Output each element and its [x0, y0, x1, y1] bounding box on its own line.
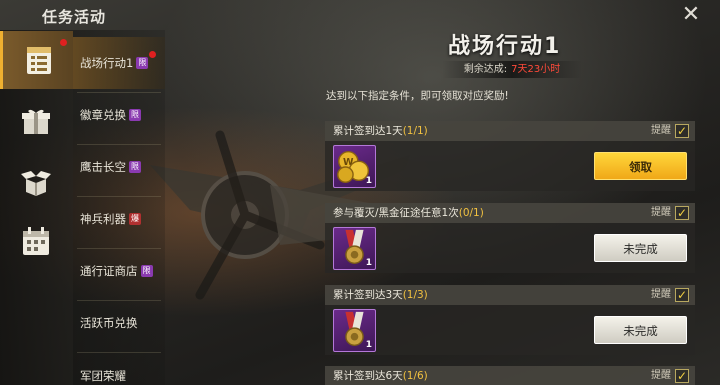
gift-box-icon	[22, 109, 50, 134]
category-calendar[interactable]	[0, 212, 73, 270]
remind-checkbox[interactable]: ✓	[675, 369, 689, 383]
task-body: 1 未完成	[325, 305, 695, 355]
incomplete-button[interactable]: 未完成	[594, 234, 687, 262]
task-title: 参与覆灭/黑金征途任意1次	[333, 207, 459, 219]
close-icon[interactable]: ✕	[680, 4, 702, 26]
limited-tag: 限	[129, 161, 141, 173]
remind-checkbox[interactable]: ✓	[675, 124, 689, 138]
countdown-value: 7天23小时	[511, 64, 561, 75]
calendar-icon	[23, 227, 49, 255]
category-icon-bar	[0, 30, 73, 385]
hot-tag: 爆	[129, 213, 141, 225]
nav-item-battlefield-action[interactable]: 战场行动1 限	[73, 37, 165, 89]
remind-checkbox[interactable]: ✓	[675, 288, 689, 302]
task-progress: (1/6)	[402, 370, 428, 382]
incomplete-button[interactable]: 未完成	[594, 316, 687, 344]
task-title: 累计签到达6天	[333, 370, 403, 382]
limited-tag: 限	[136, 57, 149, 69]
reward-quantity: 1	[365, 176, 372, 186]
task-card: 累计签到达3天(1/3) 提醒 ✓ 1 未完成	[325, 285, 695, 355]
app-title: 任务活动	[42, 8, 107, 26]
task-list-icon	[27, 47, 51, 74]
remind-label: 提醒	[651, 125, 671, 136]
claim-button[interactable]: 领取	[594, 152, 687, 180]
task-header: 累计签到达3天(1/3) 提醒 ✓	[325, 285, 695, 305]
nav-item-label: 活跃币兑换	[80, 316, 138, 330]
remind-label: 提醒	[651, 289, 671, 300]
task-card: 累计签到达6天(1/6) 提醒 ✓	[325, 366, 695, 385]
category-gifts[interactable]	[0, 92, 73, 150]
remind-label: 提醒	[651, 370, 671, 381]
nav-item-eagle-strike[interactable]: 鹰击长空限	[73, 141, 165, 193]
task-body: 1 未完成	[325, 223, 695, 273]
notification-dot	[149, 51, 156, 58]
countdown-label: 剩余达成:	[463, 64, 508, 75]
countdown-bar: 剩余达成: 7天23小时	[442, 61, 582, 78]
nav-item-badge-exchange[interactable]: 徽章兑换限	[73, 89, 165, 141]
nav-item-label: 徽章兑换	[80, 108, 126, 122]
open-box-icon	[21, 171, 51, 196]
task-progress: (1/3)	[402, 289, 428, 301]
task-card: 累计签到达1天(1/1) 提醒 ✓ W 1 领取	[325, 121, 695, 191]
remind-label: 提醒	[651, 207, 671, 218]
nav-item-label: 军团荣耀	[80, 369, 126, 383]
nav-item-label: 神兵利器	[80, 212, 126, 226]
activity-title: 战场行动1	[448, 34, 562, 59]
task-header: 参与覆灭/黑金征途任意1次(0/1) 提醒 ✓	[325, 203, 695, 223]
task-progress: (1/1)	[402, 125, 428, 137]
nav-item-label: 战场行动1	[80, 56, 134, 70]
activity-nav: 战场行动1 限 徽章兑换限 鹰击长空限 神兵利器爆 通行证商店限 活跃币兑换 军团…	[73, 30, 165, 385]
task-header: 累计签到达1天(1/1) 提醒 ✓	[325, 121, 695, 141]
reward-quantity: 1	[365, 258, 372, 268]
reward-quantity: 1	[365, 340, 372, 350]
task-body: W 1 领取	[325, 141, 695, 191]
activity-description: 达到以下指定条件，即可领取对应奖励!	[326, 90, 509, 102]
notification-dot	[60, 39, 67, 46]
task-header: 累计签到达6天(1/6) 提醒 ✓	[325, 366, 695, 385]
nav-item-label: 鹰击长空	[80, 160, 126, 174]
reward-item[interactable]: 1	[333, 227, 376, 270]
limited-tag: 限	[129, 109, 141, 121]
task-title: 累计签到达1天	[333, 125, 403, 137]
nav-item-label: 通行证商店	[80, 264, 138, 278]
nav-item-legion-glory[interactable]: 军团荣耀	[73, 350, 165, 385]
task-progress: (0/1)	[458, 207, 484, 219]
nav-item-divine-weapon[interactable]: 神兵利器爆	[73, 193, 165, 245]
activity-screen: 任务活动 ✕ 战场行动1 限 徽章兑换 限 鹰击长空 限 神兵利器 爆 通行证商…	[0, 0, 720, 385]
limited-tag: 限	[140, 265, 153, 277]
category-boxes[interactable]	[0, 152, 73, 210]
task-card: 参与覆灭/黑金征途任意1次(0/1) 提醒 ✓ 1 未完成	[325, 203, 695, 273]
task-title: 累计签到达3天	[333, 289, 403, 301]
reward-item[interactable]: 1	[333, 309, 376, 352]
category-tasks[interactable]	[0, 31, 73, 89]
reward-item[interactable]: W 1	[333, 145, 376, 188]
top-bar: 任务活动 ✕	[0, 0, 720, 30]
nav-item-pass-shop[interactable]: 通行证商店限	[73, 245, 165, 297]
nav-item-active-coin-exchange[interactable]: 活跃币兑换	[73, 297, 165, 349]
remind-checkbox[interactable]: ✓	[675, 206, 689, 220]
